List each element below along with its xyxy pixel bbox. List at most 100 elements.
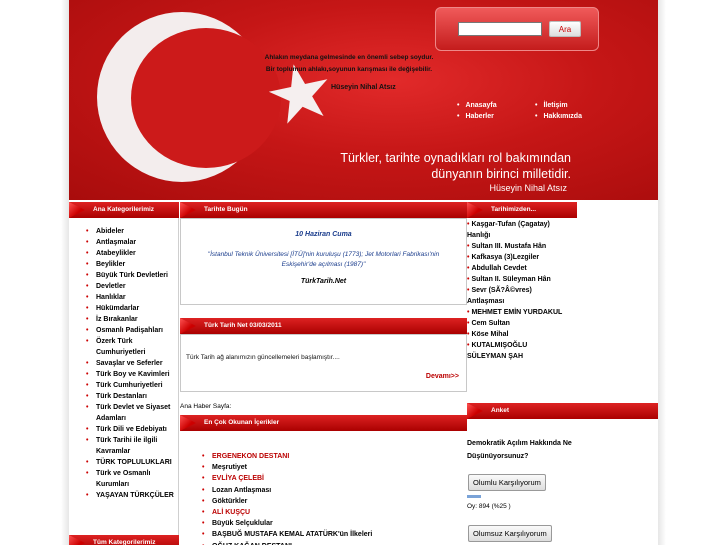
main-content: Tarihte Bugün 10 Haziran Cuma "İstanbul … [180, 202, 467, 545]
category-item[interactable]: YAŞAYAN TÜRKÇÜLER [69, 490, 179, 501]
today-site: TürkTarih.Net [300, 278, 347, 285]
history-item[interactable]: SÜLEYMAN ŞAH [467, 351, 658, 362]
category-item[interactable]: Hanlıklar [69, 292, 179, 303]
nav-iletisim[interactable]: İletişim [535, 102, 567, 109]
category-item[interactable]: Türk ve Osmanlı Kurumları [69, 468, 179, 490]
header-quote-line2: Bir toplumun ahlakı,soyunun karışması il… [265, 66, 433, 73]
header-banner: ★ Ahlakın meydana gelmesinde en önemli s… [69, 0, 658, 200]
history-item-label: Hanlığı [467, 232, 491, 239]
history-item[interactable]: • Sultan II. Süleyman Hân [467, 274, 658, 285]
today-in-history-box: 10 Haziran Cuma "İstanbul Teknik Ünivers… [180, 218, 467, 305]
header-quote-author: Hüseyin Nihal Atsız [331, 84, 396, 91]
history-item-label: Abdullah Cevdet [471, 265, 527, 272]
category-item[interactable]: Atabeylikler [69, 248, 179, 259]
bullet-icon: • [467, 331, 470, 338]
poll-option-positive-button[interactable]: Olumlu Karşılıyorum [468, 474, 546, 491]
history-item[interactable]: • Köse Mihal [467, 329, 658, 340]
left-sidebar: Ana Kategorilerimiz AbidelerAntlaşmalarA… [69, 202, 179, 545]
today-in-history-header: Tarihte Bugün [180, 202, 467, 218]
history-item[interactable]: • Sevr (SÃ?Â©vres) [467, 285, 658, 296]
category-item[interactable]: Türk Devlet ve Siyaset Adamları [69, 402, 179, 424]
nav-haberler[interactable]: Haberler [457, 113, 493, 120]
categories-header: Ana Kategorilerimiz [69, 202, 179, 218]
category-item[interactable]: Büyük Türk Devletleri [69, 270, 179, 281]
history-item-label: SÜLEYMAN ŞAH [467, 353, 524, 360]
most-read-item[interactable]: Büyük Selçuklular [202, 518, 372, 529]
history-item-label: KUTALMIŞOĞLU [471, 342, 528, 349]
history-item-label: Sevr (SÃ?Â©vres) [471, 287, 532, 294]
today-event: "İstanbul Teknik Üniversitesi [İTÜ]'nin … [207, 251, 440, 268]
search-input[interactable] [458, 22, 542, 36]
most-read-item[interactable]: ALİ KUŞÇU [202, 507, 372, 518]
category-item[interactable]: Hükümdarlar [69, 303, 179, 314]
history-item[interactable]: • MEHMET EMİN YURDAKUL [467, 307, 658, 318]
category-item[interactable]: Türk Destanları [69, 391, 179, 402]
most-read-item[interactable]: Meşrutiyet [202, 462, 372, 473]
most-read-item[interactable]: ERGENEKON DESTANI [202, 451, 372, 462]
category-item[interactable]: Osmanlı Padişahları [69, 325, 179, 336]
history-item[interactable]: • Kafkasya (3)Lezgiler [467, 252, 658, 263]
category-item[interactable]: İz Bırakanlar [69, 314, 179, 325]
category-item[interactable]: Özerk Türk Cumhuriyetleri [69, 336, 179, 358]
bullet-icon: • [467, 265, 470, 272]
bullet-icon: • [467, 221, 470, 228]
history-item-label: Kaşgar-Tufan (Çagatay) [471, 221, 550, 228]
right-sidebar: Tarihimizden... • Kaşgar-Tufan (Çagatay) H… [467, 202, 658, 545]
poll-header: Anket [467, 403, 658, 419]
most-read-item[interactable]: OĞUZ KAĞAN DESTANI [202, 541, 372, 545]
nav-hakkimizda[interactable]: Hakkımızda [535, 113, 582, 120]
news-more-link[interactable]: Devamı>> [426, 373, 459, 380]
history-item[interactable]: • Cem Sultan [467, 318, 658, 329]
category-item[interactable]: Antlaşmalar [69, 237, 179, 248]
history-item[interactable]: • Sultan III. Mustafa Hân [467, 241, 658, 252]
history-item[interactable]: • Kaşgar-Tufan (Çagatay) [467, 219, 658, 230]
history-item[interactable]: Antlaşması [467, 296, 658, 307]
bullet-icon: • [467, 320, 470, 327]
bullet-icon: • [467, 309, 470, 316]
most-read-item[interactable]: BAŞBUĞ MUSTAFA KEMAL ATATÜRK'ün İlkeleri [202, 529, 372, 540]
page-frame-right [658, 0, 666, 545]
category-item[interactable]: Savaşlar ve Seferler [69, 358, 179, 369]
main-page-label: Ana Haber Sayfa: [180, 403, 232, 410]
most-read-item[interactable]: EVLİYA ÇELEBİ [202, 473, 372, 484]
news-text: Türk Tarih ağ alanımızın güncellemeleri … [186, 354, 340, 361]
header-slogan-line1: Türkler, tarihte oynadıkları rol bakımın… [340, 151, 571, 165]
header-slogan: Türkler, tarihte oynadıkları rol bakımın… [309, 150, 571, 182]
news-box [180, 334, 467, 392]
category-item[interactable]: Türk Boy ve Kavimleri [69, 369, 179, 380]
history-item[interactable]: • Abdullah Cevdet [467, 263, 658, 274]
most-read-item[interactable]: Göktürkler [202, 496, 372, 507]
history-list: • Kaşgar-Tufan (Çagatay) Hanlığı • Sultan II… [467, 219, 658, 362]
most-read-list: ERGENEKON DESTANIMeşrutiyetEVLİYA ÇELEBİ… [202, 451, 372, 545]
category-item[interactable]: Türk Cumhuriyetleri [69, 380, 179, 391]
header-quote-line1: Ahlakın meydana gelmesinde en önemli seb… [264, 54, 434, 61]
history-header: Tarihimizden... [467, 202, 577, 218]
category-item[interactable]: Beylikler [69, 259, 179, 270]
news-header: Türk Tarih Net 03/03/2011 [180, 318, 467, 334]
category-item[interactable]: Abideler [69, 226, 179, 237]
all-categories-header: Tüm Kategorilerimiz [69, 535, 179, 545]
bullet-icon: • [467, 287, 470, 294]
poll-result: Oy: 894 (%25 ) [467, 503, 511, 510]
search-button[interactable]: Ara [549, 21, 581, 37]
category-item[interactable]: Devletler [69, 281, 179, 292]
history-item-label: Cem Sultan [471, 320, 510, 327]
most-read-item[interactable]: Lozan Antlaşması [202, 485, 372, 496]
search-box: Ara [435, 7, 599, 51]
category-item[interactable]: Türk Tarihi ile ilgili Kavramlar [69, 435, 179, 457]
history-item-label: Kafkasya (3)Lezgiler [471, 254, 540, 261]
history-item-label: Sultan III. Mustafa Hân [471, 243, 547, 250]
history-item-label: MEHMET EMİN YURDAKUL [471, 309, 563, 316]
category-item[interactable]: Türk Dili ve Edebiyatı [69, 424, 179, 435]
history-item[interactable]: Hanlığı [467, 230, 658, 241]
page: ★ Ahlakın meydana gelmesinde en önemli s… [69, 0, 658, 545]
poll-option-negative-button[interactable]: Olumsuz Karşılıyorum [468, 525, 552, 542]
history-item-label: Antlaşması [467, 298, 505, 305]
header-slogan-author: Hüseyin Nihal Atsız [489, 183, 567, 193]
nav-anasayfa[interactable]: Anasayfa [457, 102, 496, 109]
category-item[interactable]: TÜRK TOPLULUKLARI [69, 457, 179, 468]
history-item-label: Köse Mihal [471, 331, 509, 338]
history-item[interactable]: • KUTALMIŞOĞLU [467, 340, 658, 351]
bullet-icon: • [467, 342, 470, 349]
bullet-icon: • [467, 254, 470, 261]
